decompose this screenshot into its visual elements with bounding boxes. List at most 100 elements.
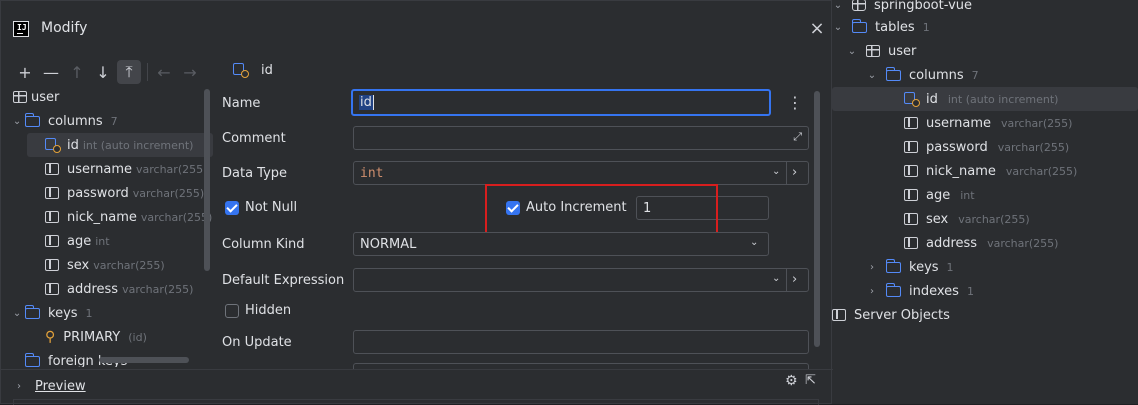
column-row[interactable]: password varchar(255) — [27, 181, 213, 205]
column-type: varchar(255) — [140, 210, 213, 224]
column-icon — [904, 141, 918, 153]
column-row[interactable]: nick_name varchar(255) — [27, 205, 213, 229]
primary-key-column-icon — [233, 63, 249, 78]
form-header-label: id — [261, 63, 273, 78]
hidden-checkbox[interactable] — [225, 304, 239, 318]
column-icon — [904, 117, 918, 129]
column-row[interactable]: username varchar(255) — [832, 111, 1138, 135]
column-row[interactable]: age int — [832, 183, 1138, 207]
tree-keys-count: 1 — [85, 306, 93, 320]
form-vertical-scrollbar[interactable] — [814, 91, 820, 347]
tree-horizontal-scrollbar[interactable] — [99, 357, 189, 363]
dialog-title: Modify — [41, 20, 88, 36]
db-tree-server-objects-row[interactable]: Server Objects — [832, 303, 950, 327]
chevron-down-icon: ⌄ — [13, 115, 22, 127]
expand-icon[interactable]: ⤢ — [793, 130, 802, 144]
data-type-combobox[interactable]: int ⌄ › — [353, 161, 809, 185]
data-type-value: int — [360, 165, 384, 181]
db-tree-keys-count: 1 — [946, 260, 954, 274]
column-name: address — [926, 235, 978, 251]
name-value: id — [359, 95, 373, 110]
table-icon — [866, 45, 880, 57]
default-expression-combobox[interactable]: ⌄ › — [353, 268, 809, 292]
gear-icon[interactable]: ⚙ — [785, 373, 798, 389]
column-row[interactable]: id int (auto increment) — [27, 133, 213, 157]
tree-toolbar: + — ↑ ↓ ⤒ ← → — [13, 59, 211, 85]
intellij-app-icon: IJ — [13, 21, 29, 37]
column-row[interactable]: username varchar(255) — [27, 157, 213, 181]
move-down-icon[interactable]: ↓ — [91, 60, 115, 84]
db-tree-indexes-row[interactable]: › indexes 1 — [866, 279, 974, 303]
schema-icon — [852, 0, 866, 11]
tree-root-user[interactable]: user — [13, 87, 59, 109]
move-top-icon[interactable]: ⤒ — [117, 60, 141, 84]
column-kind-label: Column Kind — [222, 237, 305, 252]
db-tree-tables-row[interactable]: ⌄ tables 1 — [832, 15, 930, 39]
column-row[interactable]: id int (auto increment) — [832, 87, 1138, 111]
column-row[interactable]: age int — [27, 229, 213, 253]
preview-separator — [1, 369, 833, 370]
data-type-label: Data Type — [222, 166, 288, 181]
server-objects-icon — [832, 309, 846, 321]
tree-vertical-scrollbar[interactable] — [204, 89, 210, 271]
column-row[interactable]: nick_name varchar(255) — [832, 159, 1138, 183]
column-icon — [904, 213, 918, 225]
tree-columns-label: columns — [48, 113, 103, 129]
column-row[interactable]: address varchar(255) — [27, 277, 213, 301]
tree-key-primary-row[interactable]: ⚲ PRIMARY (id) — [45, 325, 147, 349]
back-arrow-icon[interactable]: ← — [152, 60, 176, 84]
column-row[interactable]: sex varchar(255) — [832, 207, 1138, 231]
chevron-right-icon: › — [17, 381, 21, 392]
column-name: age — [67, 233, 92, 249]
tree-key-meta: (id) — [128, 330, 147, 344]
hidden-label: Hidden — [245, 303, 292, 318]
chevron-right-icon[interactable]: › — [792, 272, 797, 287]
primary-key-column-icon — [45, 137, 61, 153]
forward-arrow-icon[interactable]: → — [178, 60, 202, 84]
tree-columns-row[interactable]: ⌄ columns 7 — [13, 109, 118, 133]
column-name: password — [926, 139, 988, 155]
column-row[interactable]: address varchar(255) — [832, 231, 1138, 255]
column-type: varchar(255) — [997, 140, 1070, 154]
column-type: varchar(255) — [122, 282, 194, 296]
column-type: int — [95, 234, 110, 248]
column-type: int (auto increment) — [82, 138, 194, 152]
chevron-down-icon[interactable]: ⌄ — [772, 166, 780, 177]
chevron-right-icon[interactable]: › — [792, 165, 797, 180]
name-field[interactable]: id — [351, 89, 771, 116]
more-options-icon[interactable]: ⋮ — [787, 93, 803, 112]
db-tree-keys-row[interactable]: › keys 1 — [866, 255, 954, 279]
column-icon — [904, 165, 918, 177]
column-row[interactable]: sex varchar(255) — [27, 253, 213, 277]
folder-icon — [851, 18, 867, 33]
db-tree-columns-row[interactable]: ⌄ columns 7 — [866, 63, 979, 87]
chevron-down-icon[interactable]: ⌄ — [772, 273, 780, 284]
chevron-down-icon: ⌄ — [867, 69, 877, 81]
add-icon[interactable]: + — [13, 60, 37, 84]
column-name: sex — [67, 257, 90, 273]
column-icon — [45, 235, 59, 247]
not-null-checkbox[interactable] — [225, 201, 239, 215]
column-kind-select[interactable]: NORMAL ⌄ — [353, 232, 769, 256]
db-tree-table-user-row[interactable]: ⌄ user — [846, 39, 917, 63]
remove-icon[interactable]: — — [39, 60, 63, 84]
open-in-window-icon[interactable]: ⇱ — [805, 373, 816, 388]
table-icon — [13, 91, 27, 103]
preview-toggle[interactable]: › Preview — [13, 379, 86, 394]
on-update-label: On Update — [222, 335, 292, 350]
comment-label: Comment — [222, 131, 286, 146]
column-row[interactable]: password varchar(255) — [832, 135, 1138, 159]
tree-keys-row[interactable]: ⌄ keys 1 — [13, 301, 93, 325]
comment-field[interactable]: ⤢ — [353, 126, 809, 150]
column-icon — [45, 163, 59, 175]
column-type: varchar(255) — [132, 186, 205, 200]
column-type: int (auto increment) — [947, 92, 1059, 106]
column-icon — [45, 211, 59, 223]
on-update-field[interactable] — [353, 330, 809, 354]
folder-icon — [24, 304, 40, 319]
move-up-icon[interactable]: ↑ — [65, 60, 89, 84]
db-tree-indexes-label: indexes — [909, 283, 959, 299]
close-button[interactable]: × — [807, 19, 827, 39]
folder-icon — [885, 282, 901, 297]
column-icon — [904, 237, 918, 249]
